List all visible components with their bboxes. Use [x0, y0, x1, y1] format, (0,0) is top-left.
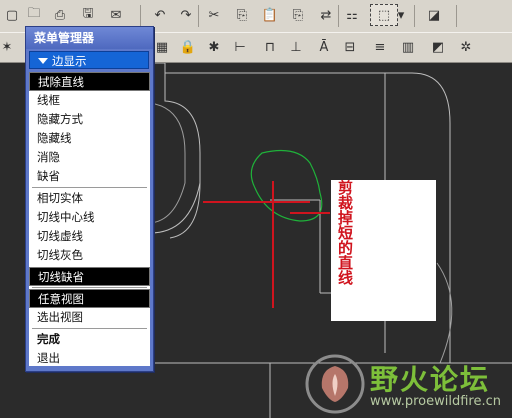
- menu-separator: [32, 328, 147, 329]
- paste-special-icon[interactable]: ⎘: [288, 5, 308, 25]
- menu-title: 菜单管理器: [26, 27, 153, 49]
- paste-icon[interactable]: 📋: [260, 5, 280, 25]
- datum-icon[interactable]: ✱: [204, 37, 224, 57]
- menu-item-tangent-gray[interactable]: 切线灰色: [29, 246, 150, 265]
- display-icon[interactable]: ▦: [152, 37, 172, 57]
- axis-icon[interactable]: ⊢: [230, 37, 250, 57]
- watermark: 野火论坛 www.proewildfire.cn: [300, 352, 512, 418]
- menu-manager: 菜单管理器 边显示 拭除直线 线框 隐藏方式 隐藏线 消隐 缺省 相切实体 切线…: [25, 26, 154, 372]
- cut-icon[interactable]: ✂: [204, 5, 224, 25]
- view-icon[interactable]: ◪: [424, 5, 444, 25]
- watermark-url: www.proewildfire.cn: [370, 394, 501, 409]
- dimension-icon[interactable]: ⊥: [286, 37, 306, 57]
- menu-separator: [32, 287, 147, 288]
- sketch-icon[interactable]: ⊓: [260, 37, 280, 57]
- copy-icon[interactable]: ⎘: [232, 5, 252, 25]
- outline-arc: [169, 182, 201, 239]
- select-box-icon[interactable]: ⬚: [370, 4, 398, 26]
- menu-item-tangent-centerline[interactable]: 切线中心线: [29, 208, 150, 227]
- new-icon[interactable]: ▢: [2, 5, 22, 25]
- green-trim-curve: [250, 150, 323, 222]
- menu-item-tangent-dashed[interactable]: 切线虚线: [29, 227, 150, 246]
- annotation-box: 剪裁掉短的直线: [331, 180, 436, 321]
- watermark-text: 野火论坛: [370, 363, 491, 396]
- find-icon[interactable]: ⚏: [342, 5, 362, 25]
- menu-item-no-hidden[interactable]: 消隐: [29, 148, 150, 167]
- redo-icon[interactable]: ↷: [176, 5, 196, 25]
- submenu-edge-display[interactable]: 边显示: [29, 51, 149, 69]
- grid-icon[interactable]: ▥: [398, 37, 418, 57]
- outline-corner-inner: [149, 73, 186, 224]
- dropdown-arrow-icon[interactable]: ▾: [396, 5, 406, 25]
- menu-item-list: 拭除直线 线框 隐藏方式 隐藏线 消隐 缺省 相切实体 切线中心线 切线虚线 切…: [29, 72, 150, 366]
- undo-icon[interactable]: ↶: [150, 5, 170, 25]
- relations-icon[interactable]: ≡: [370, 37, 390, 57]
- menu-item-tangent-default[interactable]: 切线缺省: [29, 267, 150, 286]
- menu-item-done[interactable]: 完成: [29, 330, 150, 349]
- watermark-logo-icon: [305, 354, 365, 414]
- save-icon[interactable]: 🖫: [78, 5, 98, 25]
- menu-item-erase-line[interactable]: 拭除直线: [29, 72, 150, 91]
- menu-item-tangent-solid[interactable]: 相切实体: [29, 189, 150, 208]
- collapse-triangle-icon: [38, 58, 48, 64]
- menu-item-wireframe[interactable]: 线框: [29, 91, 150, 110]
- orient-icon[interactable]: ✲: [456, 37, 476, 57]
- open-icon[interactable]: 🗀: [24, 5, 44, 25]
- table-icon[interactable]: ⊟: [340, 37, 360, 57]
- text-icon[interactable]: Ā: [314, 37, 334, 57]
- submenu-label: 边显示: [52, 54, 87, 68]
- print-icon[interactable]: ⎙: [50, 5, 70, 25]
- lock-icon[interactable]: 🔒: [178, 37, 198, 57]
- menu-item-any-view[interactable]: 任意视图: [29, 289, 150, 308]
- menu-item-default[interactable]: 缺省: [29, 167, 150, 186]
- menu-item-quit[interactable]: 退出: [29, 349, 150, 368]
- spin-icon[interactable]: ✶: [0, 37, 14, 57]
- menu-item-hidden-line[interactable]: 隐藏线: [29, 129, 150, 148]
- annotation-text: 剪裁掉短的直线: [336, 180, 354, 285]
- menu-separator: [32, 187, 147, 188]
- regenerate-icon[interactable]: ⇄: [316, 5, 336, 25]
- help-icon[interactable]: ◩: [428, 37, 448, 57]
- email-icon[interactable]: ✉: [106, 5, 126, 25]
- menu-item-pick-view[interactable]: 选出视图: [29, 308, 150, 327]
- menu-item-hidden-mode[interactable]: 隐藏方式: [29, 110, 150, 129]
